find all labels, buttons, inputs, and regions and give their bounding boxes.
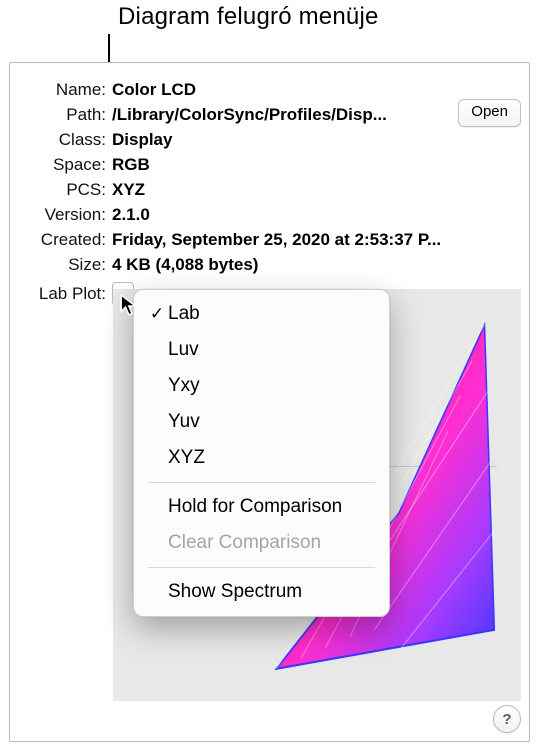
row-created: Created: Friday, September 25, 2020 at 2…: [10, 227, 529, 252]
value-version: 2.1.0: [112, 202, 529, 227]
label-path: Path:: [10, 102, 112, 127]
label-size: Size:: [10, 252, 112, 277]
label-version: Version:: [10, 202, 112, 227]
label-space: Space:: [10, 152, 112, 177]
menu-item-label: Yxy: [168, 375, 200, 397]
value-size: 4 KB (4,088 bytes): [112, 252, 529, 277]
checkmark-icon: ✓: [146, 304, 168, 324]
menu-item-xyz[interactable]: XYZ: [134, 440, 389, 476]
value-pcs: XYZ: [112, 177, 529, 202]
menu-item-label: Yuv: [168, 411, 200, 433]
label-name: Name:: [10, 77, 112, 102]
row-class: Class: Display: [10, 127, 529, 152]
menu-item-clear-comparison: Clear Comparison: [134, 525, 389, 561]
help-button[interactable]: ?: [493, 705, 521, 733]
row-version: Version: 2.1.0: [10, 202, 529, 227]
menu-item-label: Luv: [168, 339, 199, 361]
menu-item-yuv[interactable]: Yuv: [134, 404, 389, 440]
row-space: Space: RGB: [10, 152, 529, 177]
label-lab-plot: Lab Plot:: [10, 281, 112, 306]
label-created: Created:: [10, 227, 112, 252]
menu-item-label: Clear Comparison: [168, 532, 321, 554]
row-path: Path: /Library/ColorSync/Profiles/Disp..…: [10, 102, 529, 127]
value-created: Friday, September 25, 2020 at 2:53:37 P.…: [112, 227, 529, 252]
row-size: Size: 4 KB (4,088 bytes): [10, 252, 529, 277]
menu-separator: [148, 567, 375, 568]
menu-item-lab[interactable]: ✓ Lab: [134, 296, 389, 332]
value-space: RGB: [112, 152, 529, 177]
menu-item-label: Hold for Comparison: [168, 496, 342, 518]
menu-item-luv[interactable]: Luv: [134, 332, 389, 368]
menu-separator: [148, 482, 375, 483]
menu-item-hold-comparison[interactable]: Hold for Comparison: [134, 489, 389, 525]
menu-item-yxy[interactable]: Yxy: [134, 368, 389, 404]
menu-item-label: Show Spectrum: [168, 581, 302, 603]
menu-item-show-spectrum[interactable]: Show Spectrum: [134, 574, 389, 610]
menu-item-label: XYZ: [168, 447, 205, 469]
label-class: Class:: [10, 127, 112, 152]
row-name: Name: Color LCD: [10, 77, 529, 102]
menu-item-label: Lab: [168, 303, 200, 325]
value-class: Display: [112, 127, 529, 152]
plot-type-popup-menu: ✓ Lab Luv Yxy Yuv XYZ Hold for Compariso…: [133, 289, 390, 617]
profile-fields: Name: Color LCD Path: /Library/ColorSync…: [10, 63, 529, 306]
callout-label: Diagram felugró menüje: [118, 3, 379, 31]
open-button[interactable]: Open: [458, 99, 521, 127]
row-pcs: PCS: XYZ: [10, 177, 529, 202]
label-pcs: PCS:: [10, 177, 112, 202]
